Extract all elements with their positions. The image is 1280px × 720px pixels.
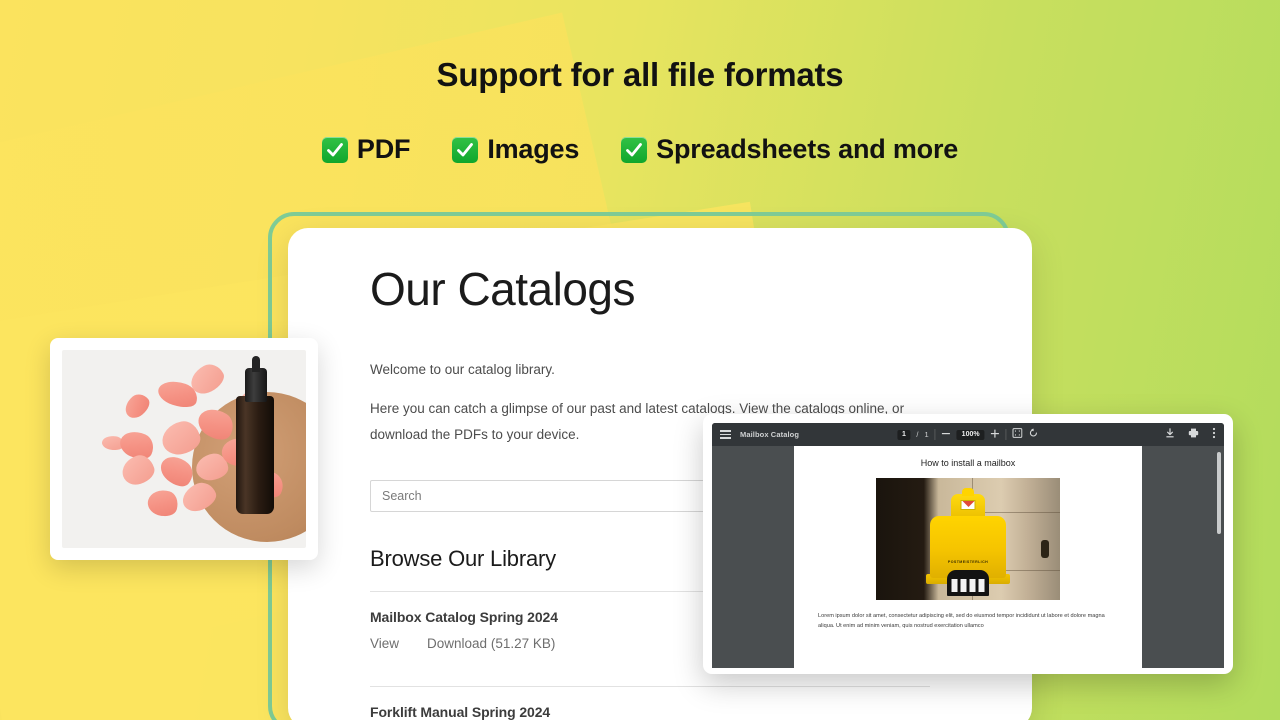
pdf-page-heading: How to install a mailbox: [920, 458, 1016, 468]
rotate-counterclockwise-icon[interactable]: [1029, 428, 1039, 441]
page-title: Our Catalogs: [370, 263, 636, 315]
download-icon[interactable]: [1165, 428, 1175, 441]
minus-icon[interactable]: [942, 429, 951, 441]
pdf-viewer-frame: Mailbox Catalog 1 / 1 100% How to instal…: [712, 423, 1224, 674]
mailbox-finial: [962, 488, 974, 496]
supported-formats-list: PDF Images Spreadsheets and more: [0, 134, 1280, 165]
pdf-document-title: Mailbox Catalog: [740, 430, 800, 439]
pdf-body-text: Lorem ipsum dolor sit amet, consectetur …: [818, 613, 1105, 630]
mailbox-body: POSTMEISTERLICH: [930, 516, 1006, 596]
mailbox-lock: [1041, 540, 1049, 558]
download-link[interactable]: Download (51.27 KB): [427, 636, 555, 651]
format-label-images: Images: [487, 134, 580, 164]
pdf-window-bottom-edge: [712, 668, 1224, 674]
plus-icon[interactable]: [991, 429, 1000, 441]
format-item-pdf: PDF: [321, 134, 411, 165]
check-mark-button-icon: [321, 136, 348, 163]
list-item: Forklift Manual Spring 2024: [370, 687, 930, 720]
pdf-viewer-window: Mailbox Catalog 1 / 1 100% How to instal…: [703, 414, 1233, 674]
format-label-spreadsheets: Spreadsheets and more: [656, 134, 959, 164]
rose-petals-image: [62, 350, 306, 548]
toolbar-divider: [1005, 429, 1007, 440]
toolbar-divider: [934, 429, 936, 440]
more-options-icon[interactable]: [1212, 427, 1216, 442]
total-pages: 1: [924, 430, 929, 439]
pdf-page-area[interactable]: How to install a mailbox POSTMEISTERLICH: [712, 446, 1224, 674]
pdf-toolbar-center-controls: 1 / 1 100%: [897, 428, 1038, 441]
mailbox-window: [947, 570, 989, 596]
hamburger-menu-icon[interactable]: [720, 430, 731, 439]
mailbox-photo: POSTMEISTERLICH: [876, 478, 1060, 600]
promo-graphic: Support for all file formats PDF Images …: [0, 0, 1280, 720]
fit-to-page-icon[interactable]: [1012, 428, 1023, 441]
pdf-scrollbar[interactable]: [1217, 452, 1221, 534]
pdf-toolbar: Mailbox Catalog 1 / 1 100%: [712, 423, 1224, 446]
intro-paragraph-1: Welcome to our catalog library.: [370, 361, 555, 377]
pdf-toolbar-right-controls: [1165, 427, 1216, 442]
format-label-pdf: PDF: [356, 134, 411, 164]
dropper-bottle: [236, 396, 274, 514]
page-separator: /: [916, 430, 919, 439]
dropper-cap: [245, 368, 267, 402]
document-title: Forklift Manual Spring 2024: [370, 703, 551, 720]
hero-headline: Support for all file formats: [436, 56, 844, 93]
current-page-input[interactable]: 1: [897, 429, 911, 440]
check-mark-button-icon: [621, 136, 648, 163]
zoom-level-value[interactable]: 100%: [956, 429, 985, 440]
pdf-page: How to install a mailbox POSTMEISTERLICH: [794, 446, 1142, 674]
dropper-tip: [252, 356, 260, 372]
mailbox-engraved-word: POSTMEISTERLICH: [947, 560, 989, 564]
view-link[interactable]: View: [370, 636, 399, 651]
mailbox-envelope-emblem: [960, 500, 976, 510]
mailbox-bars: [951, 579, 985, 592]
print-icon[interactable]: [1188, 428, 1199, 441]
photo-card: [50, 338, 318, 560]
check-mark-button-icon: [452, 136, 479, 163]
format-item-images: Images: [452, 134, 579, 165]
format-item-spreadsheets: Spreadsheets and more: [621, 134, 958, 165]
